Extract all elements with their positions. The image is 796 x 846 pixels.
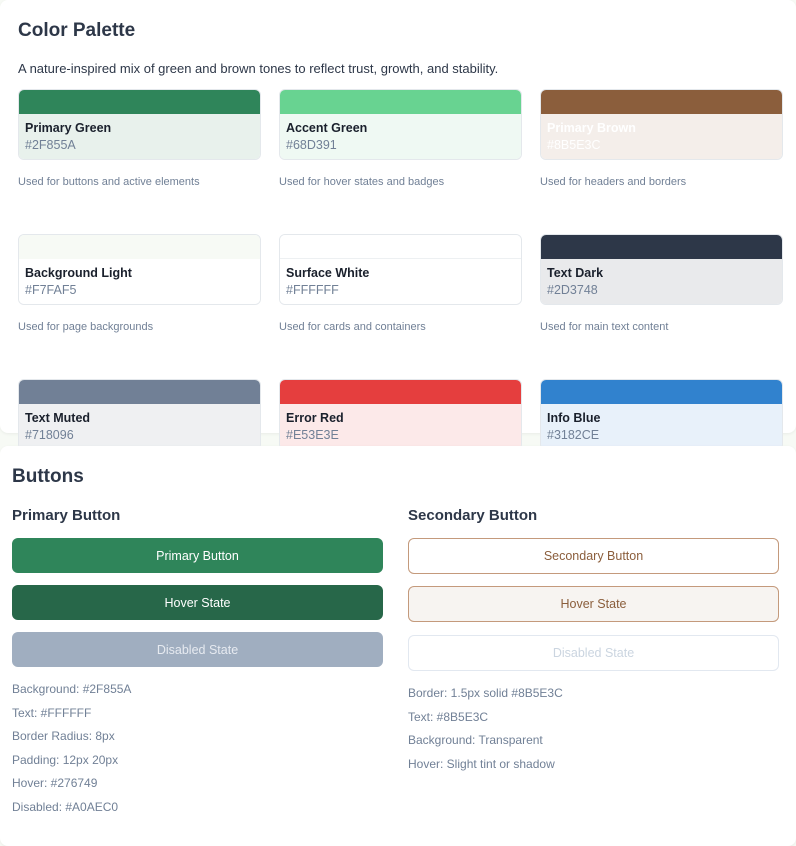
swatch-info: Text Dark #2D3748 — [541, 259, 782, 304]
swatch-card: Text Dark #2D3748 — [540, 234, 783, 305]
primary-disabled-button: Disabled State — [12, 632, 383, 667]
swatch-info: Primary Green #2F855A — [19, 114, 260, 159]
swatch-hex: #718096 — [25, 428, 74, 442]
primary-button-heading: Primary Button — [12, 507, 121, 524]
swatch-color-bar — [280, 235, 521, 259]
swatch-grid: Primary Green #2F855A Used for buttons a… — [18, 89, 783, 480]
swatch-hex: #FFFFFF — [286, 283, 339, 297]
swatch-name: Surface White — [286, 266, 370, 280]
primary-button[interactable]: Primary Button — [12, 538, 383, 573]
swatch-card: Accent Green #68D391 — [279, 89, 522, 160]
color-swatch: Surface White #FFFFFF Used for cards and… — [279, 234, 522, 335]
swatch-color-bar — [541, 380, 782, 404]
secondary-spec-line: Text: #8B5E3C — [408, 709, 489, 724]
swatch-info: Primary Brown #8B5E3C — [541, 114, 782, 159]
swatch-hex: #F7FAF5 — [25, 283, 77, 297]
primary-hover-button[interactable]: Hover State — [12, 585, 383, 620]
swatch-card: Background Light #F7FAF5 — [18, 234, 261, 305]
swatch-name: Text Dark — [547, 266, 604, 280]
secondary-spec-line: Background: Transparent — [408, 733, 543, 747]
swatch-card: Info Blue #3182CE — [540, 379, 783, 450]
swatch-name: Accent Green — [286, 121, 368, 135]
swatch-card: Surface White #FFFFFF — [279, 234, 522, 305]
swatch-hex: #8B5E3C — [547, 138, 601, 152]
swatch-info: Text Muted #718096 — [19, 404, 260, 449]
swatch-info: Surface White #FFFFFF — [280, 259, 521, 304]
swatch-usage: Used for headers and borders — [540, 176, 687, 188]
secondary-button[interactable]: Secondary Button — [408, 538, 779, 574]
primary-spec-line: Border Radius: 8px — [12, 729, 115, 743]
swatch-hex: #68D391 — [286, 138, 337, 152]
swatch-name: Background Light — [25, 266, 132, 280]
swatch-card: Error Red #E53E3E — [279, 379, 522, 450]
color-swatch: Primary Green #2F855A Used for buttons a… — [18, 89, 261, 190]
swatch-color-bar — [541, 90, 782, 114]
swatch-color-bar — [280, 90, 521, 114]
swatch-info: Accent Green #68D391 — [280, 114, 521, 159]
secondary-spec-line: Border: 1.5px solid #8B5E3C — [408, 686, 563, 700]
swatch-info: Background Light #F7FAF5 — [19, 259, 260, 304]
swatch-hex: #2F855A — [25, 138, 76, 152]
palette-intro: A nature-inspired mix of green and brown… — [18, 61, 499, 76]
primary-spec-line: Text: #FFFFFF — [12, 705, 92, 720]
swatch-card: Text Muted #718096 — [18, 379, 261, 450]
color-swatch: Background Light #F7FAF5 Used for page b… — [18, 234, 261, 335]
swatch-hex: #3182CE — [547, 428, 600, 442]
swatch-color-bar — [19, 235, 260, 259]
primary-spec-line: Background: #2F855A — [12, 682, 132, 696]
color-swatch: Accent Green #68D391 Used for hover stat… — [279, 89, 522, 190]
swatch-name: Text Muted — [25, 411, 91, 425]
swatch-info: Info Blue #3182CE — [541, 404, 782, 449]
swatch-name: Primary Brown — [547, 121, 636, 135]
swatch-card: Primary Brown #8B5E3C — [540, 89, 783, 160]
swatch-usage: Used for hover states and badges — [279, 176, 445, 188]
swatch-name: Primary Green — [25, 121, 112, 135]
swatch-usage: Used for main text content — [540, 321, 669, 333]
secondary-disabled-button: Disabled State — [408, 635, 779, 671]
swatch-color-bar — [541, 235, 782, 259]
primary-spec-line: Hover: #276749 — [12, 776, 98, 790]
color-palette-section: Color Palette A nature-inspired mix of g… — [0, 0, 796, 478]
swatch-color-bar — [19, 90, 260, 114]
secondary-hover-button[interactable]: Hover State — [408, 586, 779, 622]
primary-spec-line: Disabled: #A0AEC0 — [12, 799, 119, 814]
color-swatch: Primary Brown #8B5E3C Used for headers a… — [540, 89, 783, 190]
swatch-name: Info Blue — [547, 411, 601, 425]
swatch-card: Primary Green #2F855A — [18, 89, 261, 160]
secondary-button-heading: Secondary Button — [408, 507, 538, 524]
buttons-section: Buttons Primary Button Secondary Button … — [0, 446, 796, 846]
primary-spec-line: Padding: 12px 20px — [12, 752, 119, 767]
buttons-title: Buttons — [12, 466, 84, 487]
swatch-usage: Used for buttons and active elements — [18, 176, 200, 188]
swatch-name: Error Red — [286, 411, 344, 425]
palette-title: Color Palette — [18, 20, 136, 41]
swatch-hex: #2D3748 — [547, 283, 598, 297]
swatch-color-bar — [280, 380, 521, 404]
swatch-usage: Used for page backgrounds — [18, 321, 154, 333]
color-swatch: Text Dark #2D3748 Used for main text con… — [540, 234, 783, 335]
swatch-color-bar — [19, 380, 260, 404]
swatch-info: Error Red #E53E3E — [280, 404, 521, 449]
secondary-spec-line: Hover: Slight tint or shadow — [408, 756, 555, 771]
swatch-hex: #E53E3E — [286, 428, 339, 442]
swatch-usage: Used for cards and containers — [279, 321, 426, 333]
